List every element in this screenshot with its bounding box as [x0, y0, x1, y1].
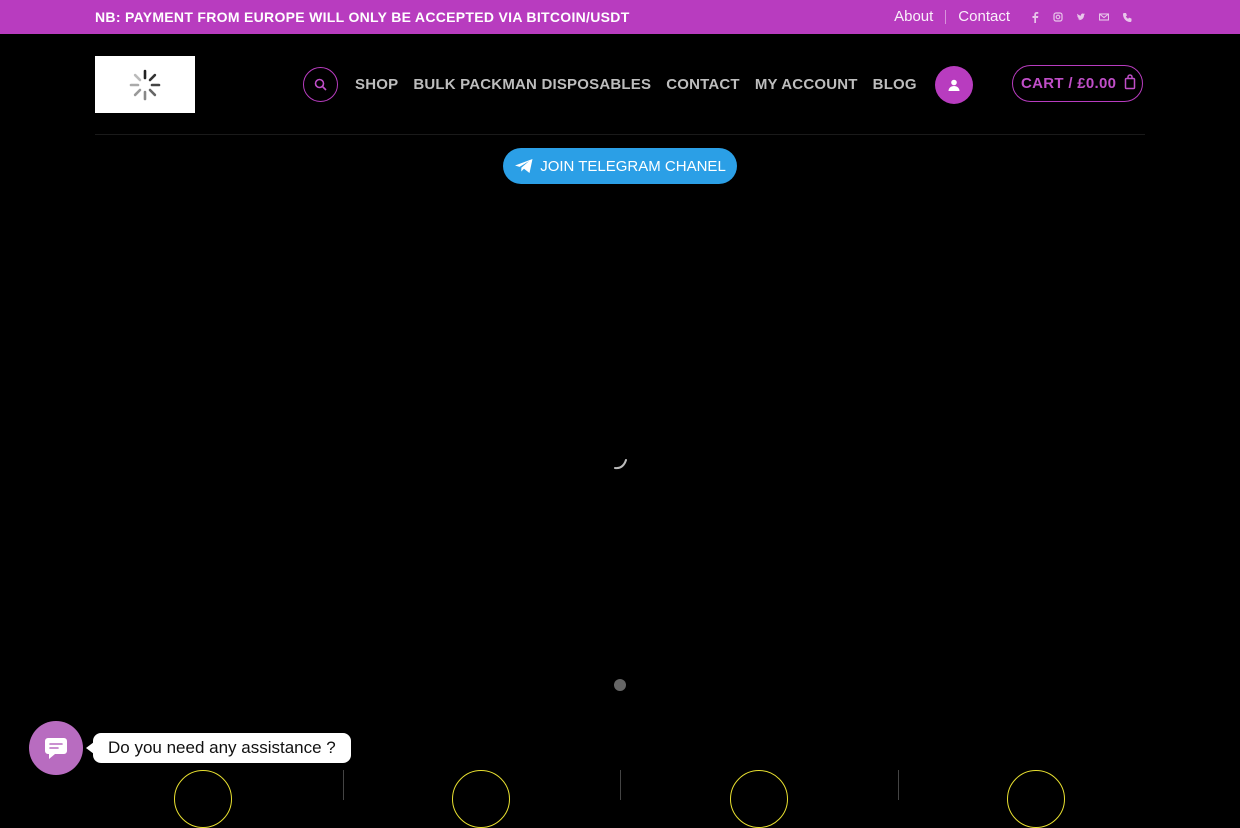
contact-link[interactable]: Contact [946, 0, 1022, 34]
telegram-label: JOIN TELEGRAM CHANEL [540, 157, 726, 175]
slider-loading-icon [614, 459, 627, 470]
nav-my-account[interactable]: MY ACCOUNT [755, 76, 858, 93]
feature-divider [620, 770, 621, 800]
email-icon[interactable] [1099, 11, 1109, 23]
site-logo[interactable] [95, 56, 195, 113]
chat-prompt[interactable]: Do you need any assistance ? [86, 733, 351, 763]
instagram-icon[interactable] [1053, 11, 1063, 23]
user-icon [948, 79, 960, 91]
telegram-join-button[interactable]: JOIN TELEGRAM CHANEL [503, 148, 737, 184]
slider-dot[interactable] [614, 679, 626, 691]
account-button[interactable] [934, 65, 973, 104]
feature-icon-circle [730, 770, 788, 828]
facebook-icon[interactable] [1030, 11, 1040, 23]
main-nav: SHOP BULK PACKMAN DISPOSABLES CONTACT MY… [303, 65, 973, 104]
feature-divider [898, 770, 899, 800]
nav-bulk-packman[interactable]: BULK PACKMAN DISPOSABLES [413, 76, 651, 93]
top-links: About Contact [894, 0, 1132, 34]
loading-icon [129, 69, 161, 100]
chat-button[interactable] [29, 721, 83, 775]
phone-icon[interactable] [1122, 11, 1132, 23]
about-link[interactable]: About [894, 0, 945, 34]
feature-icon-circle [452, 770, 510, 828]
search-button[interactable] [303, 67, 338, 102]
social-icons [1030, 11, 1132, 23]
feature-icon-circle [1007, 770, 1065, 828]
top-bar: NB: PAYMENT FROM EUROPE WILL ONLY BE ACC… [0, 0, 1240, 34]
chat-icon [45, 738, 67, 759]
feature-divider [343, 770, 344, 800]
cart-button[interactable]: CART / £0.00 [1012, 65, 1143, 102]
cart-label: CART / £0.00 [1021, 75, 1117, 92]
header-divider [95, 134, 1145, 135]
nav-shop[interactable]: SHOP [355, 76, 398, 93]
bag-icon [1124, 73, 1136, 94]
telegram-icon [515, 159, 533, 173]
payment-notice: NB: PAYMENT FROM EUROPE WILL ONLY BE ACC… [95, 9, 630, 25]
nav-blog[interactable]: BLOG [873, 76, 917, 93]
twitter-icon[interactable] [1076, 11, 1086, 23]
search-icon [314, 78, 327, 91]
nav-contact[interactable]: CONTACT [666, 76, 740, 93]
feature-icon-circle [174, 770, 232, 828]
